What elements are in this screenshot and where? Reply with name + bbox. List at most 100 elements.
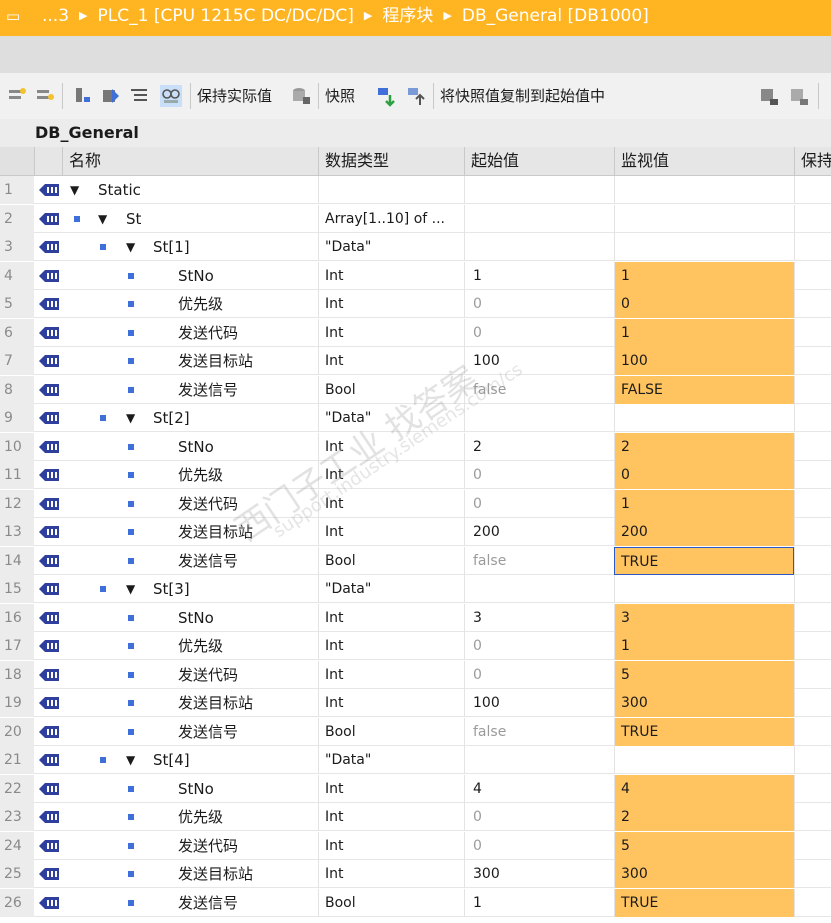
table-row[interactable]: 26 发送信号 Bool 1 TRUE: [0, 888, 831, 917]
table-row[interactable]: 23 优先级 Int 0 2: [0, 803, 831, 831]
monitor-value-cell[interactable]: 300: [614, 860, 794, 888]
name-cell[interactable]: 发送目标站: [62, 860, 318, 888]
name-cell[interactable]: StNo: [62, 433, 318, 461]
table-row[interactable]: 3 ▼ St[1] "Data": [0, 233, 831, 261]
monitor-value-cell[interactable]: 0: [614, 461, 794, 489]
name-cell[interactable]: 优先级: [62, 632, 318, 660]
monitor-value-cell[interactable]: 300: [614, 689, 794, 717]
collapse-triangle-icon[interactable]: ▼: [126, 233, 135, 261]
start-value-cell[interactable]: 2: [464, 432, 614, 461]
reset-start-values-icon[interactable]: [72, 85, 94, 107]
datatype-cell[interactable]: "Data": [318, 746, 464, 774]
datatype-cell[interactable]: [318, 176, 464, 204]
name-cell[interactable]: ▼ St: [62, 205, 318, 233]
name-cell[interactable]: StNo: [62, 262, 318, 290]
name-cell[interactable]: 优先级: [62, 290, 318, 318]
datatype-cell[interactable]: "Data": [318, 575, 464, 603]
start-value-cell[interactable]: 0: [464, 831, 614, 860]
datatype-cell[interactable]: Int: [318, 860, 464, 888]
monitor-value-cell[interactable]: FALSE: [614, 375, 794, 404]
datatype-cell[interactable]: Int: [318, 803, 464, 831]
monitor-value-cell[interactable]: [614, 575, 794, 603]
table-row[interactable]: 22 StNo Int 4 4: [0, 774, 831, 803]
monitor-value-cell[interactable]: TRUE: [614, 717, 794, 746]
table-row[interactable]: 16 StNo Int 3 3: [0, 603, 831, 632]
datatype-cell[interactable]: Int: [318, 831, 464, 860]
table-row[interactable]: 19 发送目标站 Int 100 300: [0, 689, 831, 717]
retain-cell[interactable]: [794, 375, 831, 404]
retain-cell[interactable]: [794, 632, 831, 660]
name-cell[interactable]: 发送代码: [62, 661, 318, 689]
table-row[interactable]: 1 ▼ Static: [0, 176, 831, 204]
datatype-cell[interactable]: Int: [318, 318, 464, 347]
name-cell[interactable]: ▼ St[3]: [62, 575, 318, 603]
load-start-values-icon[interactable]: [788, 85, 810, 107]
copy-values-up-icon[interactable]: [406, 85, 428, 107]
snapshot-db-icon[interactable]: [290, 85, 312, 107]
column-header-retain[interactable]: 保持: [794, 147, 831, 175]
retain-cell[interactable]: [794, 518, 831, 546]
start-value-cell[interactable]: [464, 575, 614, 603]
table-row[interactable]: 15 ▼ St[3] "Data": [0, 575, 831, 603]
retain-cell[interactable]: [794, 347, 831, 375]
name-cell[interactable]: 发送信号: [62, 547, 318, 575]
start-value-cell[interactable]: 0: [464, 461, 614, 489]
monitor-value-cell[interactable]: 5: [614, 831, 794, 860]
monitor-all-icon[interactable]: [160, 85, 182, 107]
retain-cell[interactable]: [794, 831, 831, 860]
keep-actual-values-button[interactable]: 保持实际值: [197, 83, 272, 109]
datatype-cell[interactable]: Int: [318, 461, 464, 489]
datatype-cell[interactable]: Int: [318, 774, 464, 803]
name-cell[interactable]: 优先级: [62, 461, 318, 489]
retain-cell[interactable]: [794, 176, 831, 204]
table-row[interactable]: 25 发送目标站 Int 300 300: [0, 860, 831, 888]
retain-cell[interactable]: [794, 546, 831, 575]
monitor-value-cell[interactable]: 2: [614, 803, 794, 831]
monitor-value-cell[interactable]: 4: [614, 774, 794, 803]
insert-row-icon[interactable]: [6, 85, 28, 107]
start-value-cell[interactable]: false: [464, 375, 614, 404]
retain-cell[interactable]: [794, 261, 831, 290]
expand-all-icon[interactable]: [128, 85, 150, 107]
table-row[interactable]: 17 优先级 Int 0 1: [0, 632, 831, 660]
datatype-cell[interactable]: Bool: [318, 546, 464, 575]
breadcrumb-item[interactable]: ...3: [42, 6, 69, 26]
table-row[interactable]: 12 发送代码 Int 0 1: [0, 489, 831, 518]
start-value-cell[interactable]: 0: [464, 660, 614, 689]
name-cell[interactable]: 发送代码: [62, 490, 318, 518]
monitor-value-cell[interactable]: [614, 404, 794, 432]
retain-cell[interactable]: [794, 803, 831, 831]
monitor-value-cell[interactable]: 5: [614, 660, 794, 689]
monitor-value-cell[interactable]: 1: [614, 318, 794, 347]
table-row[interactable]: 14 发送信号 Bool false TRUE: [0, 546, 831, 575]
table-row[interactable]: 4 StNo Int 1 1: [0, 261, 831, 290]
copy-values-down-icon[interactable]: [376, 85, 398, 107]
column-header-monitor-value[interactable]: 监视值: [614, 147, 794, 175]
collapse-triangle-icon[interactable]: ▼: [70, 176, 79, 204]
name-cell[interactable]: 发送代码: [62, 832, 318, 860]
name-cell[interactable]: StNo: [62, 604, 318, 632]
start-value-cell[interactable]: [464, 746, 614, 774]
collapse-triangle-icon[interactable]: ▼: [126, 404, 135, 432]
retain-cell[interactable]: [794, 204, 831, 233]
breadcrumb-item[interactable]: DB_General [DB1000]: [462, 6, 649, 26]
start-value-cell[interactable]: [464, 204, 614, 233]
datatype-cell[interactable]: Bool: [318, 888, 464, 917]
snapshot-button[interactable]: 快照: [325, 83, 355, 109]
datatype-cell[interactable]: Bool: [318, 717, 464, 746]
table-row[interactable]: 5 优先级 Int 0 0: [0, 290, 831, 318]
monitor-value-cell[interactable]: TRUE: [614, 546, 794, 575]
start-value-cell[interactable]: 3: [464, 603, 614, 632]
column-header-start-value[interactable]: 起始值: [464, 147, 614, 175]
datatype-cell[interactable]: Int: [318, 689, 464, 717]
name-cell[interactable]: 发送代码: [62, 319, 318, 347]
name-cell[interactable]: 优先级: [62, 803, 318, 831]
name-cell[interactable]: 发送目标站: [62, 347, 318, 375]
datatype-cell[interactable]: Int: [318, 518, 464, 546]
name-cell[interactable]: 发送目标站: [62, 689, 318, 717]
start-value-cell[interactable]: 100: [464, 347, 614, 375]
datatype-cell[interactable]: Int: [318, 660, 464, 689]
start-value-cell[interactable]: 0: [464, 803, 614, 831]
start-value-cell[interactable]: false: [464, 717, 614, 746]
start-value-cell[interactable]: 0: [464, 290, 614, 318]
